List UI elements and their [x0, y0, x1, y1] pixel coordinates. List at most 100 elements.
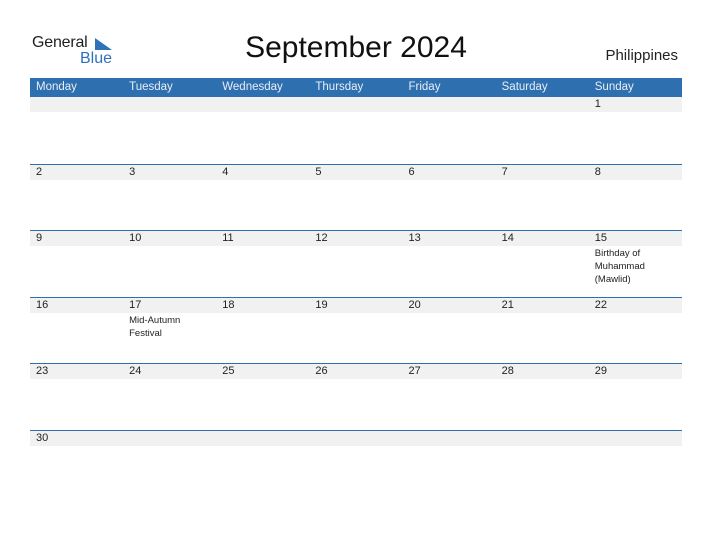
- day-number: 9: [36, 232, 43, 245]
- day-cell: [216, 97, 309, 112]
- day-cell[interactable]: 27: [403, 364, 496, 379]
- day-number: [222, 97, 309, 112]
- day-cell: [30, 97, 123, 112]
- day-cell[interactable]: 9: [30, 231, 123, 286]
- day-cell[interactable]: 10: [123, 231, 216, 286]
- day-number: 2: [36, 165, 43, 178]
- day-cell[interactable]: 16: [30, 298, 123, 340]
- day-number: 21: [501, 298, 514, 311]
- day-number: 26: [315, 365, 328, 378]
- day-number: 19: [315, 298, 328, 311]
- day-number: 25: [222, 365, 235, 378]
- day-number: 23: [36, 365, 49, 378]
- day-cell: [403, 431, 496, 446]
- day-number: [502, 431, 589, 446]
- day-cell[interactable]: 18: [216, 298, 309, 340]
- day-number: 30: [36, 431, 49, 444]
- day-number: 17: [129, 298, 142, 311]
- day-cell[interactable]: 14: [496, 231, 589, 286]
- day-cell[interactable]: 12: [309, 231, 402, 286]
- day-number: [222, 431, 309, 446]
- day-cell: [123, 431, 216, 446]
- day-cell[interactable]: 7: [496, 165, 589, 180]
- week-cells: 23 24 25 26 27 28 29: [30, 364, 682, 379]
- day-cell: [309, 431, 402, 446]
- day-number: 8: [594, 165, 601, 178]
- day-cell[interactable]: 5: [309, 165, 402, 180]
- day-cell: [589, 431, 682, 446]
- day-number: 12: [315, 232, 328, 245]
- day-number: 7: [501, 165, 508, 178]
- day-number: 5: [315, 165, 322, 178]
- day-number: 22: [594, 298, 607, 311]
- day-cell[interactable]: 17 Mid-Autumn Festival: [123, 298, 216, 340]
- day-cell[interactable]: 20: [403, 298, 496, 340]
- weekday-header-row: Monday Tuesday Wednesday Thursday Friday…: [30, 78, 682, 97]
- day-cell: [309, 97, 402, 112]
- week-row: 2 3 4 5 6 7 8: [30, 163, 682, 231]
- week-row: 30: [30, 429, 682, 497]
- weekday-header: Monday: [36, 81, 77, 93]
- week-row: 9 10 11 12 13 14 15 Birthday of Muhammad (Mawli…: [30, 230, 682, 297]
- day-cell[interactable]: 6: [403, 165, 496, 180]
- weekday-header: Sunday: [594, 81, 634, 93]
- day-number: [36, 97, 123, 112]
- day-number: 11: [222, 232, 234, 245]
- day-number: 13: [408, 232, 421, 245]
- day-number: 14: [501, 232, 514, 245]
- day-cell[interactable]: 23: [30, 364, 123, 379]
- day-cell[interactable]: 4: [216, 165, 309, 180]
- day-cell: [123, 97, 216, 112]
- week-cells: 1: [30, 97, 682, 112]
- day-number: 28: [501, 365, 514, 378]
- day-number: 6: [408, 165, 415, 178]
- week-row: 16 17 Mid-Autumn Festival 18 19 20 21 22: [30, 296, 682, 364]
- day-number: 24: [129, 365, 142, 378]
- week-row: 1: [30, 97, 682, 164]
- day-cell[interactable]: 25: [216, 364, 309, 379]
- day-cell[interactable]: 15 Birthday of Muhammad (Mawlid): [589, 231, 682, 286]
- day-cell[interactable]: 28: [496, 364, 589, 379]
- day-cell[interactable]: 29: [589, 364, 682, 379]
- week-row: 23 24 25 26 27 28 29: [30, 363, 682, 430]
- day-number: [409, 431, 496, 446]
- weeks-container: 1 2 3 4 5 6 7 8 9 10 11 12 13 14 15 Birthday of Muhamma…: [30, 97, 682, 497]
- day-cell[interactable]: 1: [589, 97, 682, 112]
- weekday-header: Friday: [408, 81, 441, 93]
- day-cell[interactable]: 30: [30, 431, 123, 446]
- day-number: 10: [129, 232, 142, 245]
- day-number: [129, 431, 216, 446]
- day-cell[interactable]: 22: [589, 298, 682, 340]
- country-label: Philippines: [605, 47, 678, 64]
- day-cell: [496, 431, 589, 446]
- holiday-label: Birthday of Muhammad (Mawlid): [594, 248, 645, 286]
- day-cell[interactable]: 3: [123, 165, 216, 180]
- day-number: [595, 431, 682, 446]
- day-cell[interactable]: 13: [403, 231, 496, 286]
- day-number: 1: [594, 98, 601, 110]
- day-number: 4: [222, 165, 229, 178]
- day-number: 27: [408, 365, 421, 378]
- day-number: 29: [594, 365, 607, 378]
- weekday-header: Saturday: [501, 81, 548, 93]
- day-number: [502, 97, 589, 112]
- day-cell[interactable]: 11: [216, 231, 309, 286]
- day-cell[interactable]: 8: [589, 165, 682, 180]
- day-cell[interactable]: 2: [30, 165, 123, 180]
- day-cell[interactable]: 24: [123, 364, 216, 379]
- weekday-header: Wednesday: [222, 81, 283, 93]
- day-cell[interactable]: 26: [309, 364, 402, 379]
- week-cells: 2 3 4 5 6 7 8: [30, 165, 682, 180]
- day-number: [315, 431, 402, 446]
- day-number: [129, 97, 216, 112]
- day-number: 18: [222, 298, 235, 311]
- day-cell[interactable]: 21: [496, 298, 589, 340]
- day-number: 16: [36, 298, 49, 311]
- week-cells: 16 17 Mid-Autumn Festival 18 19 20 21 22: [30, 298, 682, 340]
- day-number: 3: [129, 165, 136, 178]
- weekday-header: Tuesday: [129, 81, 173, 93]
- holiday-label: Mid-Autumn Festival: [129, 314, 181, 339]
- week-cells: 9 10 11 12 13 14 15 Birthday of Muhammad (Mawli…: [30, 231, 682, 286]
- day-number: [315, 97, 402, 112]
- day-cell[interactable]: 19: [309, 298, 402, 340]
